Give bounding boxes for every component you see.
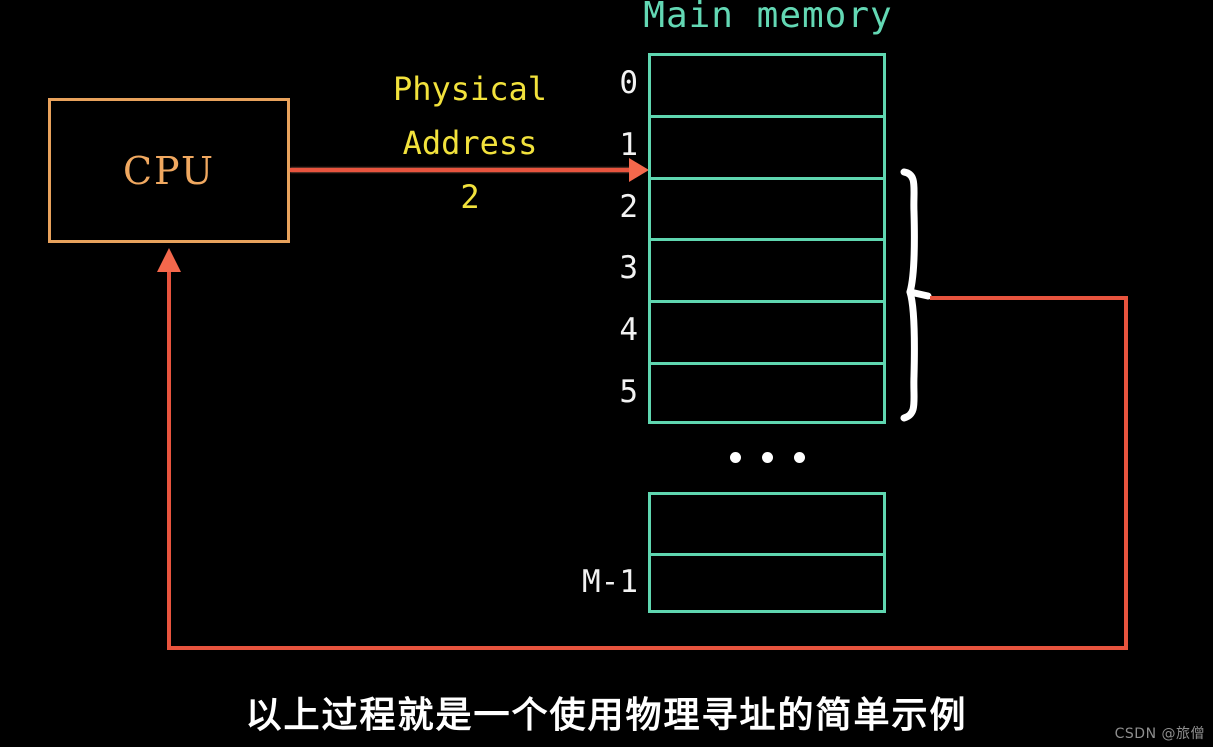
ellipsis-dot — [730, 452, 741, 463]
memory-ellipsis — [730, 452, 805, 463]
diagram-canvas: Main memory CPU Physical Address 2 01234… — [0, 0, 1213, 747]
ellipsis-dot — [762, 452, 773, 463]
memory-cell — [651, 241, 883, 304]
memory-block-upper — [648, 53, 886, 424]
cpu-box: CPU — [48, 98, 290, 243]
main-memory-title: Main memory — [643, 0, 893, 36]
caption-text: 以上过程就是一个使用物理寻址的简单示例 — [245, 695, 968, 736]
memory-cell — [651, 495, 883, 556]
ellipsis-dot — [794, 452, 805, 463]
memory-index-column-lower: M-1 — [540, 0, 638, 747]
memory-cell — [651, 303, 883, 366]
memory-block-lower — [648, 492, 886, 613]
memory-cell — [651, 365, 883, 427]
memory-index-label: M-1 — [582, 563, 638, 600]
memory-cell — [651, 56, 883, 118]
memory-cell — [651, 180, 883, 242]
memory-cell — [651, 118, 883, 180]
watermark: CSDN @旅僧 — [1114, 726, 1205, 742]
cpu-label: CPU — [122, 148, 215, 193]
memory-cell — [651, 556, 883, 617]
memory-range-brace — [896, 150, 942, 440]
